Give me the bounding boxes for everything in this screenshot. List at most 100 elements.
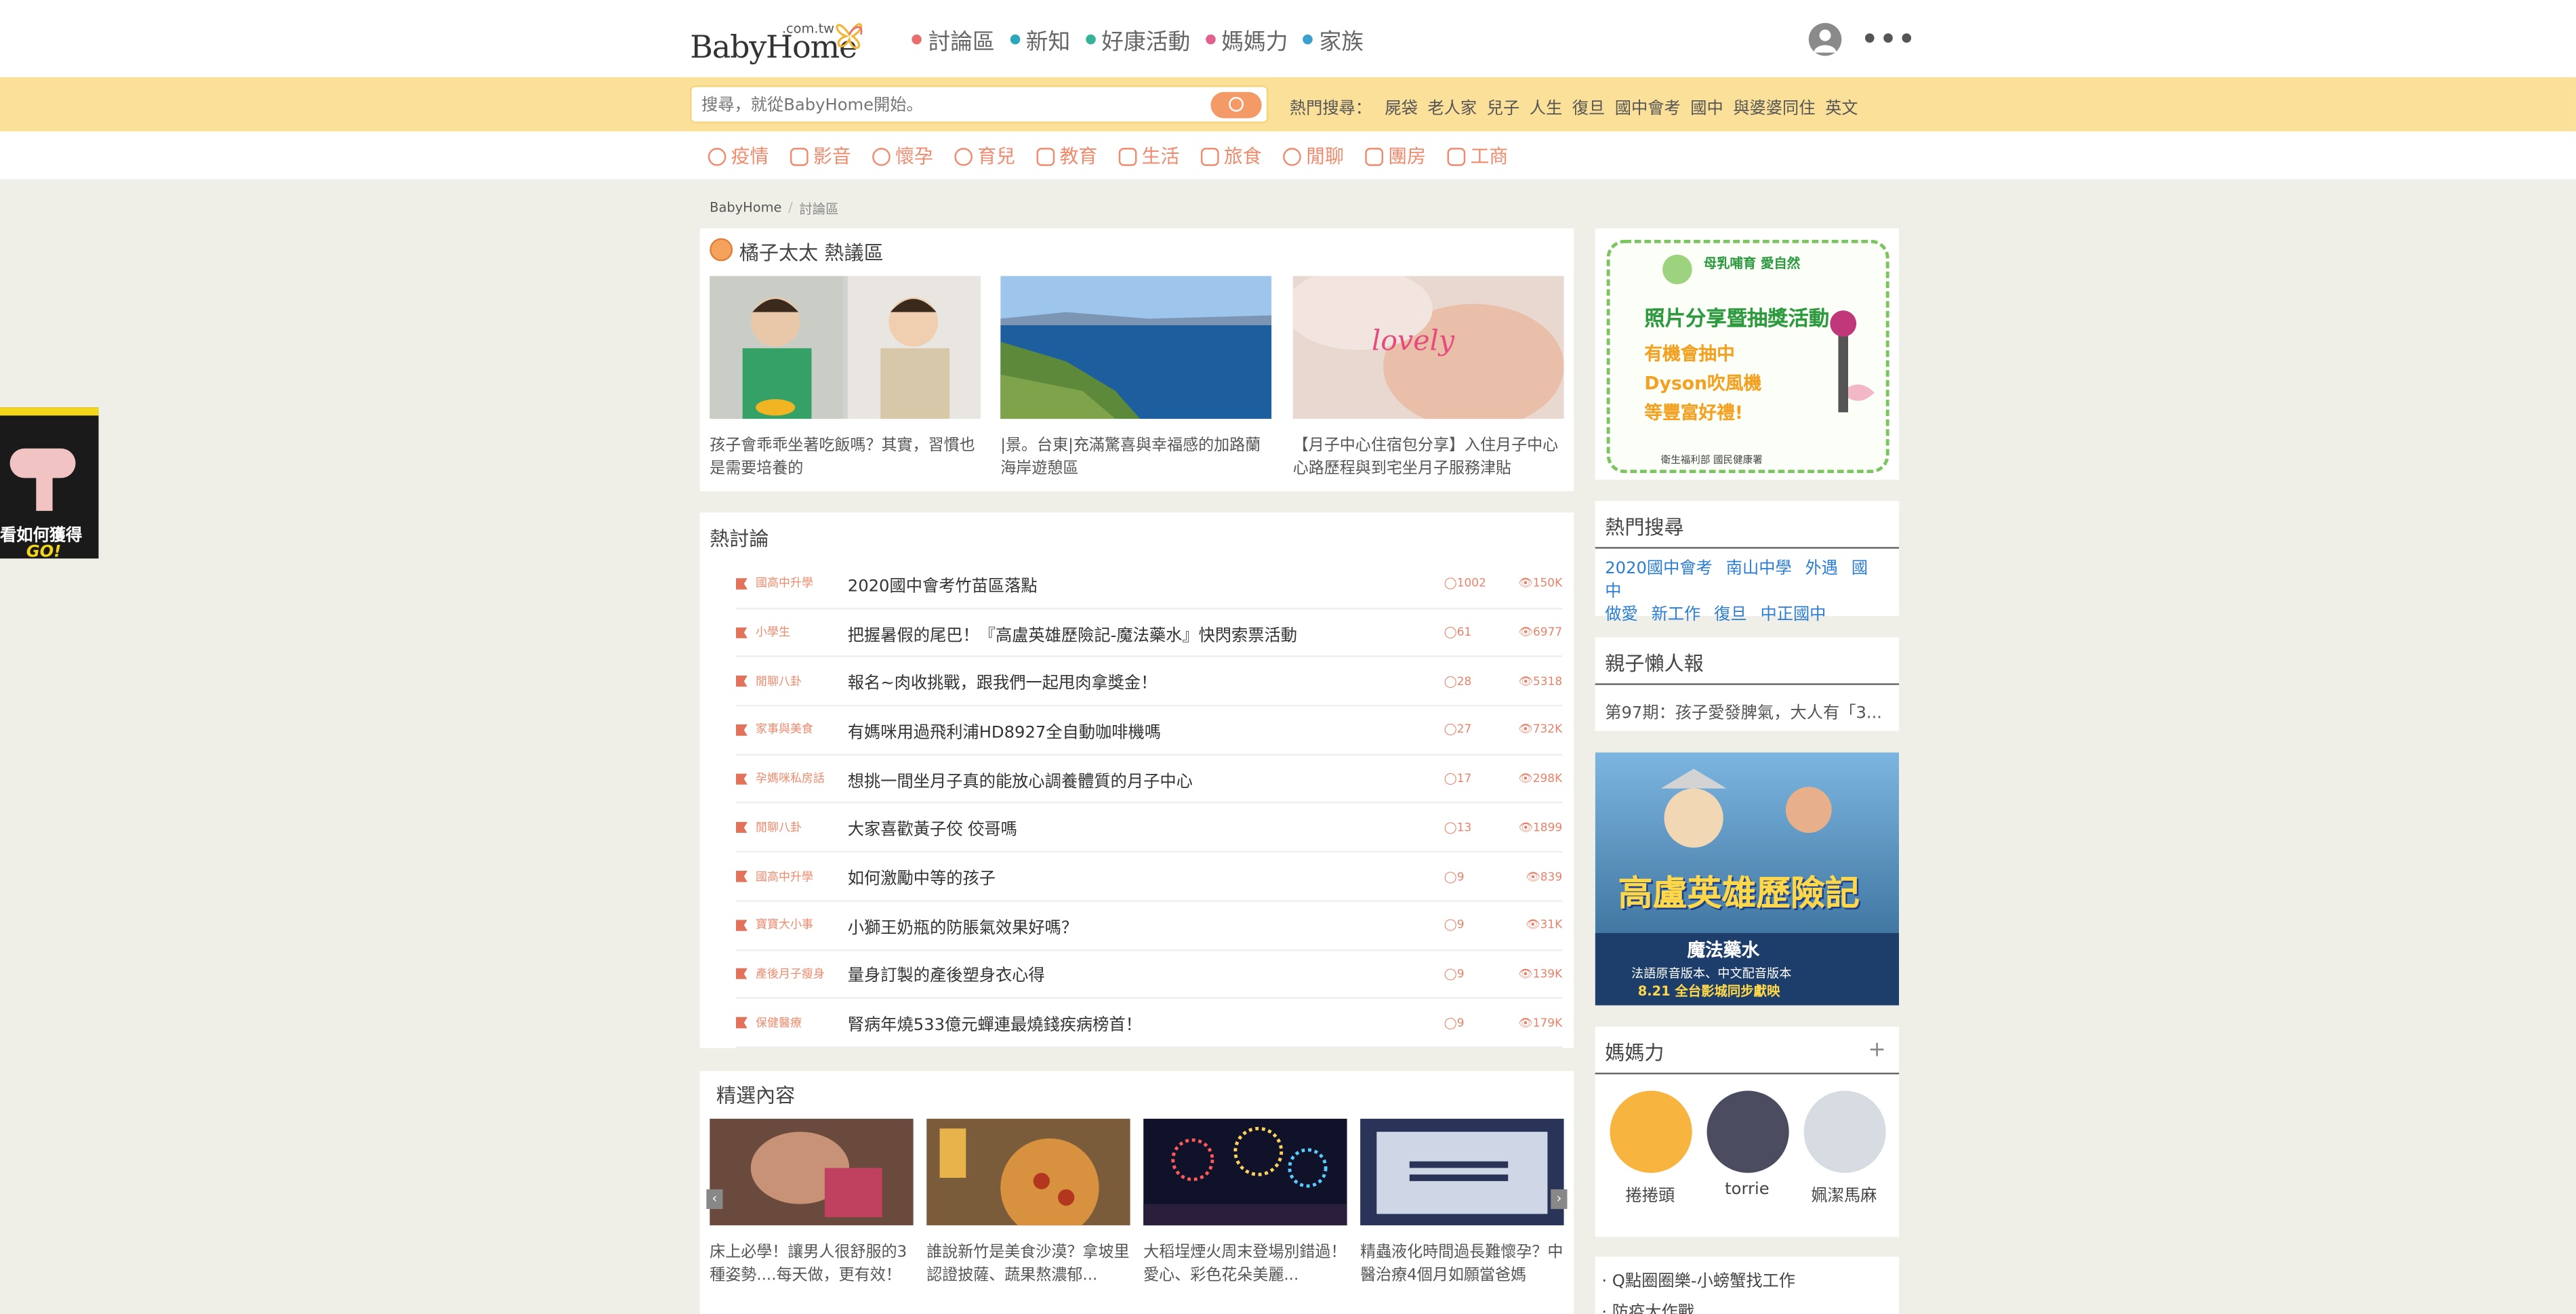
orange-card[interactable]: 孩子會乖乖坐著吃飯嗎？其實，習慣也是需要培養的 — [710, 276, 981, 481]
hot-discussion-row[interactable]: 產後月子瘦身 量身訂製的產後塑身衣心得 ◯9 👁139K — [735, 951, 1563, 1000]
movie-title: 高盧英雄歷險記 — [1618, 874, 1860, 913]
ad-line: Dyson吹風機 — [1644, 373, 1762, 394]
row-tag[interactable]: 閒聊八卦 — [756, 819, 848, 836]
category-business[interactable]: 工商 — [1447, 143, 1508, 169]
hot-search-link[interactable]: 南山中學 — [1726, 560, 1792, 579]
row-title[interactable]: 量身訂製的產後塑身衣心得 — [848, 962, 1444, 987]
category-pregnancy[interactable]: 懷孕 — [872, 143, 933, 169]
mom-profile[interactable]: torrie — [1704, 1090, 1790, 1206]
hot-discussion-row[interactable]: 國高中升學 如何激勵中等的孩子 ◯9 👁839 — [735, 853, 1563, 902]
orange-card[interactable]: |景。台東|充滿驚喜與幸福感的加路蘭海岸遊憩區 — [1000, 276, 1272, 481]
category-chat[interactable]: 閒聊 — [1283, 143, 1344, 169]
row-title[interactable]: 想挑一間坐月子真的能放心調養體質的月子中心 — [848, 766, 1444, 792]
featured-card[interactable]: 床上必學！讓男人很舒服的3種姿勢....每天做，更有效！ — [710, 1118, 914, 1288]
logo-domain: .com.tw — [781, 21, 835, 37]
hot-search-link[interactable]: 外遇 — [1805, 560, 1838, 579]
hot-search-link[interactable]: 中正國中 — [1760, 606, 1826, 624]
plus-icon[interactable]: + — [1868, 1038, 1885, 1063]
more-menu-icon[interactable]: ••• — [1861, 23, 1917, 54]
orange-card-caption: 【月子中心住宿包分享】入住月子中心心路歷程與到宅坐月子服務津貼 — [1292, 436, 1559, 478]
featured-card[interactable]: 誰說新竹是美食沙漠？拿坡里認證披薩、蔬果熬濃郁... — [926, 1118, 1130, 1288]
row-tag[interactable]: 小學生 — [756, 624, 848, 640]
row-tag[interactable]: 家事與美食 — [756, 722, 848, 738]
mom-profile[interactable]: 姵潔馬麻 — [1801, 1090, 1887, 1206]
nav-mom-power[interactable]: 媽媽力 — [1205, 23, 1288, 56]
breadcrumb-home[interactable]: BabyHome — [710, 201, 781, 219]
hot-discussion-row[interactable]: 小學生 把握暑假的尾巴！『高盧英雄歷險記-魔法藥水』快閃索票活動 ◯61 👁6977 — [735, 609, 1563, 658]
category-education[interactable]: 教育 — [1036, 143, 1097, 169]
category-parenting[interactable]: 育兒 — [954, 143, 1015, 169]
hot-term-link[interactable]: 國中 — [1690, 94, 1723, 119]
hot-term-link[interactable]: 老人家 — [1427, 94, 1477, 119]
hot-term-link[interactable]: 復旦 — [1572, 94, 1605, 119]
featured-card-caption: 誰說新竹是美食沙漠？拿坡里認證披薩、蔬果熬濃郁... — [926, 1243, 1130, 1285]
breastfeeding-ad[interactable]: 母乳哺育 愛自然 照片分享暨抽獎活動 有機會抽中 Dyson吹風機 等豐富好禮!… — [1595, 228, 1900, 480]
carousel-next-icon[interactable]: › — [1551, 1189, 1568, 1210]
row-tag[interactable]: 產後月子瘦身 — [756, 966, 848, 982]
babyhome-logo[interactable]: BabyHome .com.tw — [690, 15, 863, 64]
nav-events[interactable]: 好康活動 — [1085, 23, 1190, 56]
category-label: 育兒 — [977, 144, 1016, 168]
row-title[interactable]: 報名~肉收挑戰，跟我們一起甩肉拿獎金！ — [848, 669, 1444, 694]
hot-term-link[interactable]: 與婆婆同住 — [1733, 94, 1815, 119]
view-count-value: 150K — [1532, 577, 1563, 591]
nav-news[interactable]: 新知 — [1009, 23, 1070, 56]
category-epidemic[interactable]: 疫情 — [708, 143, 769, 169]
comment-count-value: 17 — [1456, 772, 1472, 786]
hot-discussion-row[interactable]: 寶寶大小事 小獅王奶瓶的防脹氣效果好嗎？ ◯9 👁31K — [735, 902, 1563, 951]
hot-search-label: 熱門搜尋： — [1289, 100, 1372, 119]
nav-family[interactable]: 家族 — [1303, 23, 1364, 56]
row-title[interactable]: 有媽咪用過飛利浦HD8927全自動咖啡機嗎 — [848, 718, 1444, 743]
category-life[interactable]: 生活 — [1118, 143, 1179, 169]
row-tag[interactable]: 國高中升學 — [756, 868, 848, 884]
search-input[interactable] — [701, 91, 1195, 119]
hot-search-link[interactable]: 做愛 — [1605, 606, 1637, 624]
mom-profile[interactable]: 捲捲頭 — [1608, 1090, 1693, 1206]
featured-card[interactable]: 精蟲液化時間過長難懷孕？中醫治療4個月如願當爸媽 — [1360, 1118, 1564, 1288]
side-floating-ad[interactable]: 看如何獲得 GO! — [0, 407, 99, 559]
category-travel-food[interactable]: 旅食 — [1200, 143, 1262, 169]
hot-search-link[interactable]: 新工作 — [1652, 606, 1701, 624]
view-count: 👁139K — [1518, 967, 1563, 981]
row-tag[interactable]: 閒聊八卦 — [756, 673, 848, 689]
row-tag[interactable]: 保健醫療 — [756, 1014, 848, 1031]
category-group-room[interactable]: 團房 — [1365, 143, 1426, 169]
user-avatar-icon[interactable] — [1808, 22, 1842, 56]
hot-term-link[interactable]: 屍袋 — [1385, 94, 1417, 119]
hot-discussion-row[interactable]: 孕媽咪私房話 想挑一間坐月子真的能放心調養體質的月子中心 ◯17 👁298K — [735, 756, 1563, 804]
nav-forum[interactable]: 討論區 — [912, 23, 995, 56]
hot-term-link[interactable]: 英文 — [1825, 94, 1858, 119]
hot-discussion-row[interactable]: 國高中升學 2020國中會考竹苗區落點 ◯1002 👁150K — [735, 560, 1563, 609]
row-title[interactable]: 小獅王奶瓶的防脹氣效果好嗎？ — [848, 913, 1444, 938]
hot-search-link[interactable]: 2020國中會考 — [1605, 560, 1713, 579]
search-band: 熱門搜尋： 屍袋 老人家 兒子 人生 復旦 國中會考 國中 與婆婆同住 英文 — [0, 77, 2576, 131]
sidebar-link[interactable]: · 防疫大作戰 — [1601, 1298, 1892, 1314]
movie-ad[interactable]: 高盧英雄歷險記 魔法藥水 法語原音版本、中文配音版本 8.21 全台影城同步獻映 — [1595, 752, 1900, 1006]
row-title[interactable]: 2020國中會考竹苗區落點 — [848, 571, 1444, 596]
hot-term-link[interactable]: 人生 — [1530, 94, 1562, 119]
flag-icon — [735, 577, 748, 590]
hot-search-link[interactable]: 復旦 — [1714, 606, 1746, 624]
row-tag[interactable]: 寶寶大小事 — [756, 917, 848, 933]
nav-dot-icon — [912, 34, 922, 45]
carousel-prev-icon[interactable]: ‹ — [706, 1189, 723, 1210]
lazy-news-item[interactable]: 第97期：孩子愛發脾氣，大人有「3... — [1595, 685, 1899, 736]
row-tag[interactable]: 孕媽咪私房話 — [756, 771, 848, 787]
hot-discussion-row[interactable]: 閒聊八卦 報名~肉收挑戰，跟我們一起甩肉拿獎金！ ◯28 👁5318 — [735, 658, 1563, 707]
search-button-icon[interactable] — [1210, 91, 1262, 119]
row-title[interactable]: 把握暑假的尾巴！『高盧英雄歷險記-魔法藥水』快閃索票活動 — [848, 620, 1444, 645]
row-title[interactable]: 大家喜歡黃子佼 佼哥嗎 — [848, 815, 1444, 840]
row-tag[interactable]: 國高中升學 — [756, 575, 848, 592]
row-title[interactable]: 如何激勵中等的孩子 — [848, 864, 1444, 889]
hot-term-link[interactable]: 兒子 — [1487, 94, 1519, 119]
category-video[interactable]: 影音 — [790, 143, 851, 169]
sidebar-link[interactable]: · Q點圈圈樂-小螃蟹找工作 — [1601, 1267, 1892, 1298]
featured-card[interactable]: 大稻埕煙火周末登場別錯過！愛心、彩色花朵美麗... — [1143, 1118, 1347, 1288]
hot-discussion-row[interactable]: 保健醫療 腎病年燒533億元蟬連最燒錢疾病榜首！ ◯9 👁179K — [735, 1000, 1563, 1048]
hot-discussion-row[interactable]: 家事與美食 有媽咪用過飛利浦HD8927全自動咖啡機嗎 ◯27 👁732K — [735, 707, 1563, 756]
hot-search-terms: 屍袋 老人家 兒子 人生 復旦 國中會考 國中 與婆婆同住 英文 — [1385, 94, 1858, 119]
orange-card[interactable]: lovely 【月子中心住宿包分享】入住月子中心心路歷程與到宅坐月子服務津貼 — [1284, 268, 1564, 481]
row-title[interactable]: 腎病年燒533億元蟬連最燒錢疾病榜首！ — [848, 1010, 1444, 1035]
hot-discussion-row[interactable]: 閒聊八卦 大家喜歡黃子佼 佼哥嗎 ◯13 👁1899 — [735, 804, 1563, 853]
hot-term-link[interactable]: 國中會考 — [1615, 94, 1681, 119]
